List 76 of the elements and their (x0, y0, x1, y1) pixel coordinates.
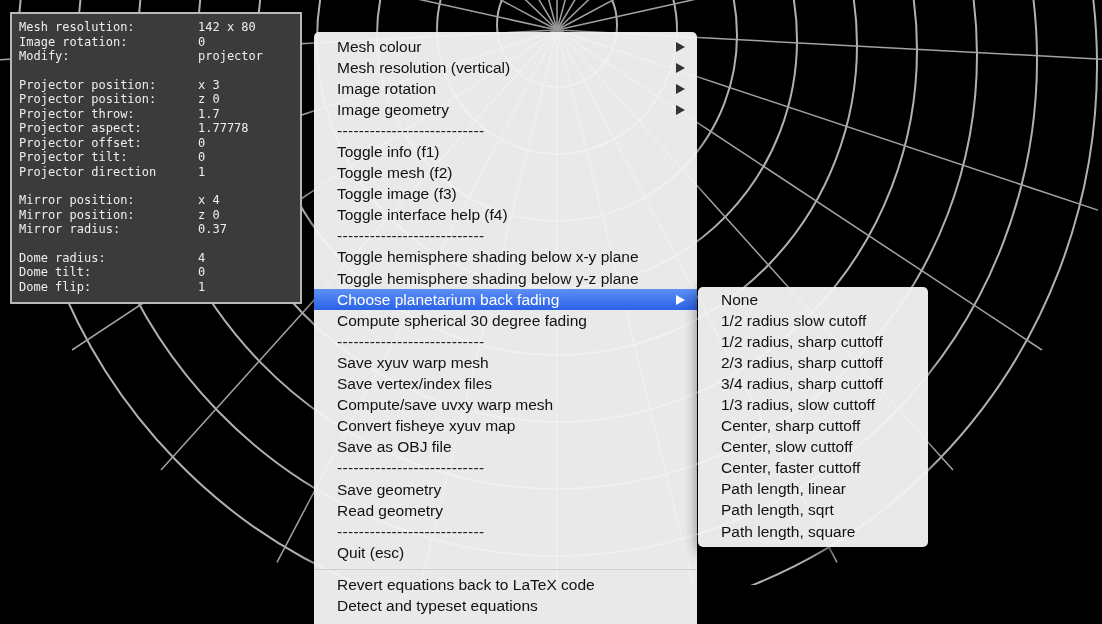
menu-item[interactable]: Revert equations back to LaTeX code (314, 574, 697, 596)
dashed-divider: --------------------------- (336, 331, 486, 352)
menu-item[interactable]: Toggle info (f1) (314, 141, 697, 163)
info-label: Projector throw: (19, 106, 136, 121)
info-value: 1.77778 (198, 121, 250, 136)
menu-item[interactable]: Toggle hemisphere shading below x-y plane (314, 246, 697, 269)
menu-item[interactable]: Detect and typeset equations (314, 595, 697, 617)
info-value: x 3 (198, 77, 221, 92)
info-value: 1 (198, 164, 207, 179)
menu-item[interactable]: Compute/save uvxy warp mesh (314, 394, 697, 416)
menu-item[interactable]: Toggle image (f3) (314, 183, 697, 205)
info-label: Dome radius: (19, 250, 107, 265)
menu-item[interactable]: Convert fisheye xyuv map (314, 415, 697, 437)
info-value: 0.37 (198, 222, 228, 237)
menu-item[interactable]: Mesh colour (314, 36, 697, 58)
menu-item[interactable]: Toggle interface help (f4) (314, 204, 697, 226)
menu-item[interactable]: Mesh resolution (vertical) (314, 57, 697, 79)
menu-item[interactable]: 3/4 radius, sharp cuttoff (698, 373, 928, 395)
info-value: 0 (198, 34, 207, 49)
menu-item[interactable]: Choose planetarium back fading (314, 289, 697, 311)
info-label: Mirror position: (19, 193, 136, 208)
submenu-arrow-icon (676, 83, 685, 94)
info-value: 0 (198, 135, 207, 150)
info-label: Image rotation: (19, 34, 129, 49)
menu-item[interactable]: Image rotation (314, 78, 697, 100)
submenu-arrow-icon (676, 104, 685, 115)
info-label: Projector tilt: (19, 150, 129, 165)
submenu-arrow-icon (676, 62, 685, 73)
info-value: 0 (198, 265, 207, 280)
menu-item[interactable]: Path length, square (698, 521, 928, 543)
info-label: Mesh resolution: (19, 20, 136, 35)
info-value: z 0 (198, 207, 221, 222)
info-label: Dome flip: (19, 279, 93, 294)
dashed-divider: --------------------------- (336, 120, 486, 141)
menu-item[interactable]: Path length, linear (698, 478, 928, 500)
menu-item[interactable]: 1/2 radius, sharp cuttoff (698, 331, 928, 353)
menu-item[interactable]: Center, slow cuttoff (698, 436, 928, 458)
info-label: Modify: (19, 49, 71, 64)
menu-item[interactable]: Read geometry (314, 500, 697, 522)
info-label: Dome tilt: (19, 265, 93, 280)
info-label: Projector position: (19, 77, 158, 92)
info-value: 142 x 80 (198, 20, 257, 35)
menu-item[interactable]: Save vertex/index files (314, 373, 697, 395)
dashed-divider: --------------------------- (336, 226, 486, 247)
dashed-divider: --------------------------- (336, 458, 486, 479)
menu-item[interactable]: Toggle hemisphere shading below y-z plane (314, 268, 697, 290)
menu-item[interactable]: Quit (esc) (314, 542, 697, 564)
info-value: z 0 (198, 92, 221, 107)
info-label: Projector position: (19, 92, 158, 107)
submenu-arrow-icon (676, 294, 685, 305)
info-value: 1 (198, 279, 207, 294)
info-value: 1.7 (198, 106, 221, 121)
menu-item[interactable]: Image geometry (314, 99, 697, 121)
info-value: projector (198, 49, 265, 64)
menu-item[interactable]: Center, faster cuttoff (698, 457, 928, 479)
menu-item[interactable]: Path length, sqrt (698, 499, 928, 522)
info-value: 0 (198, 150, 207, 165)
menu-item[interactable]: 1/3 radius, slow cuttoff (698, 394, 928, 416)
menu-item[interactable]: None (698, 289, 928, 311)
info-label: Projector aspect: (19, 121, 143, 136)
menu-item[interactable]: 1/2 radius slow cutoff (698, 310, 928, 332)
menu-item[interactable]: Save geometry (314, 478, 697, 501)
menu-item[interactable]: Toggle mesh (f2) (314, 162, 697, 184)
info-label: Projector offset: (19, 135, 143, 150)
info-label: Mirror position: (19, 207, 136, 222)
menu-item[interactable]: Save as OBJ file (314, 436, 697, 458)
info-value: x 4 (198, 193, 221, 208)
menu-item[interactable]: 2/3 radius, sharp cuttoff (698, 352, 928, 374)
submenu-arrow-icon (676, 41, 685, 52)
info-value: 4 (198, 250, 207, 265)
menu-item[interactable]: Compute spherical 30 degree fading (314, 310, 697, 332)
menu-item[interactable]: Save xyuv warp mesh (314, 352, 697, 374)
dashed-divider: --------------------------- (336, 521, 486, 542)
info-label: Mirror radius: (19, 222, 122, 237)
menu-item[interactable]: Center, sharp cuttoff (698, 415, 928, 437)
info-label: Projector direction (19, 164, 158, 179)
